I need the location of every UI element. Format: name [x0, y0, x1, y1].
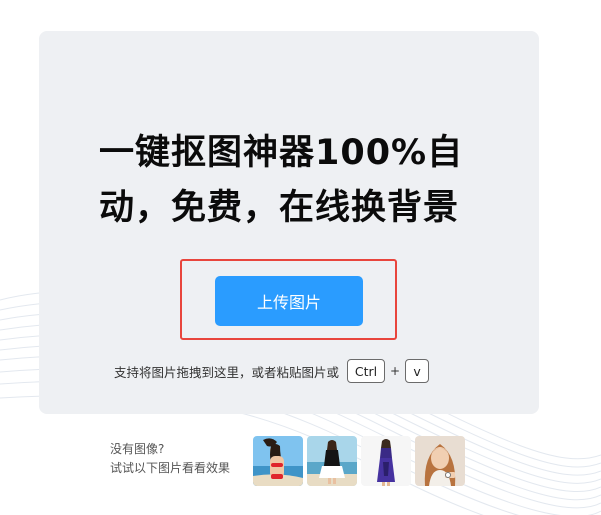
woman-purple-dress-image — [361, 436, 411, 486]
woman-portrait-watch-image — [415, 436, 465, 486]
sample-thumbnail-3[interactable] — [361, 436, 411, 486]
woman-beach-red-bikini-image — [253, 436, 303, 486]
sample-prompt-line-2: 试试以下图片看看效果 — [110, 461, 231, 475]
headline-line-1: 一键抠图神器100%自 — [99, 133, 464, 173]
sample-prompt: 没有图像? 试试以下图片看看效果 — [110, 440, 230, 478]
headline-line-2: 动，免费，在线换背景 — [99, 188, 460, 228]
sample-thumbnail-1[interactable] — [253, 436, 303, 486]
plus-sign: + — [390, 364, 401, 378]
drag-paste-hint: 支持将图片拖拽到这里，或者粘贴图片或 Ctrl + v — [114, 357, 430, 385]
upload-button-label: 上传图片 — [256, 293, 321, 312]
hint-text: 支持将图片拖拽到这里，或者粘贴图片或 — [114, 364, 340, 380]
upload-image-button[interactable]: 上传图片 — [215, 276, 363, 326]
ctrl-key: Ctrl — [347, 359, 386, 383]
v-key: v — [405, 359, 430, 383]
sample-thumbnail-4[interactable] — [415, 436, 465, 486]
page-headline: 一键抠图神器100%自 动，免费，在线换背景 — [99, 126, 499, 236]
woman-black-dress-image — [307, 436, 357, 486]
sample-prompt-line-1: 没有图像? — [110, 442, 165, 456]
upload-card[interactable]: 一键抠图神器100%自 动，免费，在线换背景 上传图片 支持将图片拖拽到这里，或… — [39, 31, 539, 414]
sample-thumbnail-2[interactable] — [307, 436, 357, 486]
